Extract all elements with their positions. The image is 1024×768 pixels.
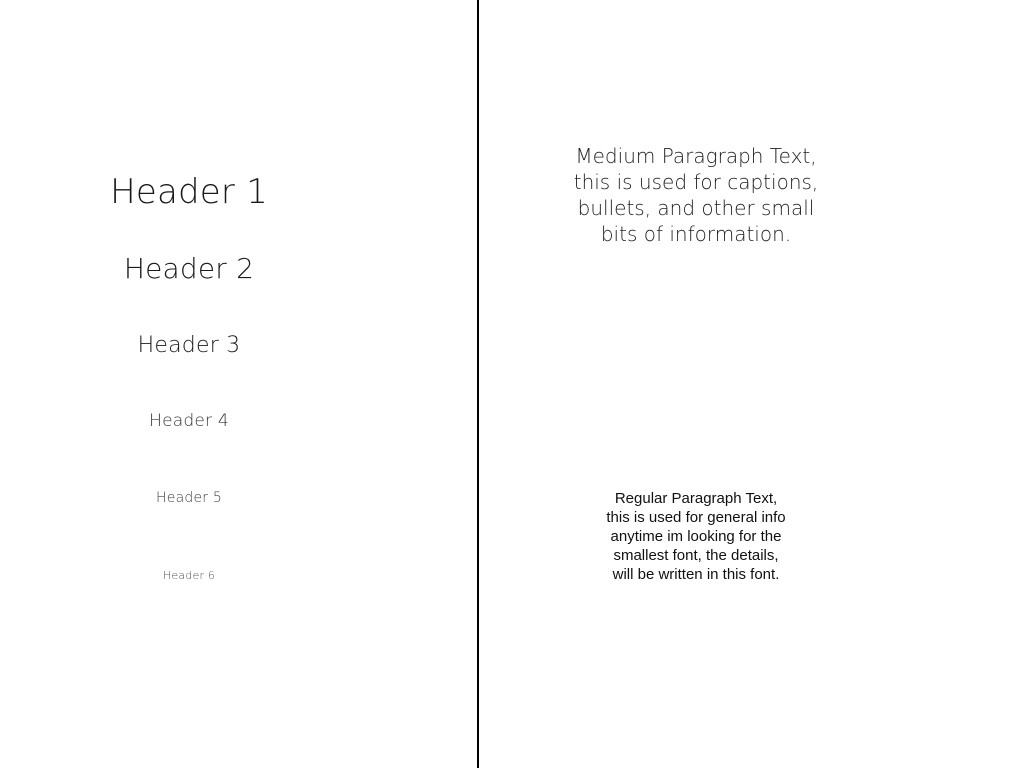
medium-paragraph-line: bits of information.: [600, 222, 792, 246]
header-6-sample: Header 6: [162, 569, 216, 582]
regular-paragraph-line: will be written in this font.: [612, 566, 780, 583]
header-5-sample: Header 5: [156, 490, 222, 506]
header-2-sample: Header 2: [123, 252, 255, 285]
header-samples-column: Header 1 Header 2 Header 3 Header 4 Head…: [0, 0, 378, 768]
medium-paragraph-line: Medium Paragraph Text,: [575, 144, 817, 168]
regular-paragraph-sample: Regular Paragraph Text, this is used for…: [576, 489, 816, 584]
paragraph-samples-column: Medium Paragraph Text, this is used for …: [478, 0, 1024, 768]
medium-paragraph-line: bullets, and other small: [577, 196, 815, 220]
header-1-sample: Header 1: [110, 172, 268, 212]
header-3-sample: Header 3: [137, 333, 241, 358]
medium-paragraph-line: this is used for captions,: [573, 170, 819, 194]
page: Header 1 Header 2 Header 3 Header 4 Head…: [0, 0, 1024, 768]
header-4-sample: Header 4: [149, 411, 229, 431]
medium-paragraph-sample: Medium Paragraph Text, this is used for …: [556, 143, 836, 247]
regular-paragraph-line: Regular Paragraph Text,: [614, 490, 778, 507]
regular-paragraph-line: anytime im looking for the: [610, 528, 782, 545]
regular-paragraph-line: smallest font, the details,: [613, 547, 779, 564]
regular-paragraph-line: this is used for general info: [606, 509, 786, 526]
